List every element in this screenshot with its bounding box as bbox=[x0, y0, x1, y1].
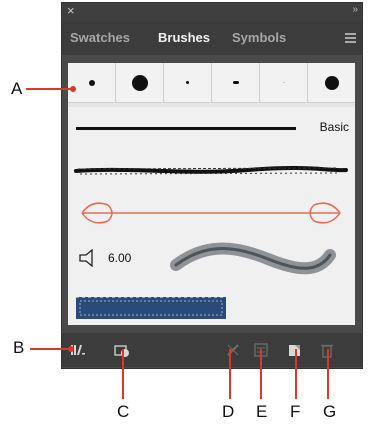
callout-label-e: E bbox=[256, 402, 268, 421]
callout-leader-e bbox=[260, 349, 262, 399]
charcoal-brush-stroke bbox=[74, 165, 348, 175]
callout-leader-d bbox=[229, 349, 231, 399]
callout-label-b: B bbox=[13, 338, 25, 357]
calligraphic-brush[interactable] bbox=[116, 63, 164, 103]
callout-leader-g bbox=[327, 349, 329, 399]
bristle-brush-row[interactable]: 6.00 bbox=[68, 235, 355, 284]
calligraphic-brush-row bbox=[68, 63, 355, 103]
calligraphic-brush[interactable] bbox=[212, 63, 260, 103]
calligraphic-brush[interactable] bbox=[68, 63, 116, 103]
calligraphic-brush[interactable] bbox=[164, 63, 212, 103]
callout-label-f: F bbox=[290, 402, 301, 421]
bristle-brush-stroke bbox=[170, 242, 336, 275]
panel-title-bar[interactable]: × » bbox=[62, 3, 362, 21]
callout-label-a: A bbox=[11, 79, 23, 98]
bristle-brush-size: 6.00 bbox=[108, 251, 132, 265]
callout-label-d: D bbox=[222, 402, 235, 421]
calligraphic-brush[interactable] bbox=[260, 63, 308, 103]
arrow-art-brush-row[interactable] bbox=[68, 191, 355, 236]
callout-leader-f bbox=[295, 349, 297, 399]
callout-leader-dot-b bbox=[68, 346, 74, 352]
basic-brush-stroke bbox=[76, 127, 296, 130]
panel-bottom-toolbar bbox=[62, 333, 362, 367]
basic-brush-label: Basic bbox=[319, 120, 349, 134]
panel-tab-bar: Swatches Brushes Symbols bbox=[62, 21, 362, 55]
callout-leader-a bbox=[26, 88, 72, 90]
pattern-brush-row[interactable] bbox=[68, 283, 355, 325]
callout-leader-b bbox=[30, 348, 70, 350]
callout-label-c: C bbox=[117, 402, 130, 421]
collapse-icon[interactable]: » bbox=[352, 4, 357, 15]
calligraphic-brush[interactable] bbox=[308, 63, 355, 103]
close-icon[interactable]: × bbox=[67, 4, 75, 18]
bristle-brush-icon bbox=[79, 249, 93, 267]
remove-brush-stroke-icon[interactable] bbox=[225, 342, 241, 358]
basic-brush-row[interactable]: Basic bbox=[68, 107, 355, 150]
tab-symbols[interactable]: Symbols bbox=[232, 30, 286, 45]
callout-leader-dot-a bbox=[70, 86, 76, 92]
tab-brushes[interactable]: Brushes bbox=[158, 30, 210, 45]
brushes-panel: × » Swatches Brushes Symbols Basic 6.00 bbox=[61, 2, 363, 369]
charcoal-brush-row[interactable] bbox=[68, 149, 355, 192]
callout-leader-c bbox=[122, 349, 124, 399]
callout-label-g: G bbox=[323, 402, 337, 421]
arrow-brush-stroke bbox=[81, 202, 341, 224]
panel-menu-icon[interactable] bbox=[345, 33, 356, 45]
brush-list: Basic 6.00 bbox=[68, 63, 355, 325]
tab-swatches[interactable]: Swatches bbox=[70, 30, 130, 45]
pattern-brush-stroke bbox=[76, 296, 226, 319]
